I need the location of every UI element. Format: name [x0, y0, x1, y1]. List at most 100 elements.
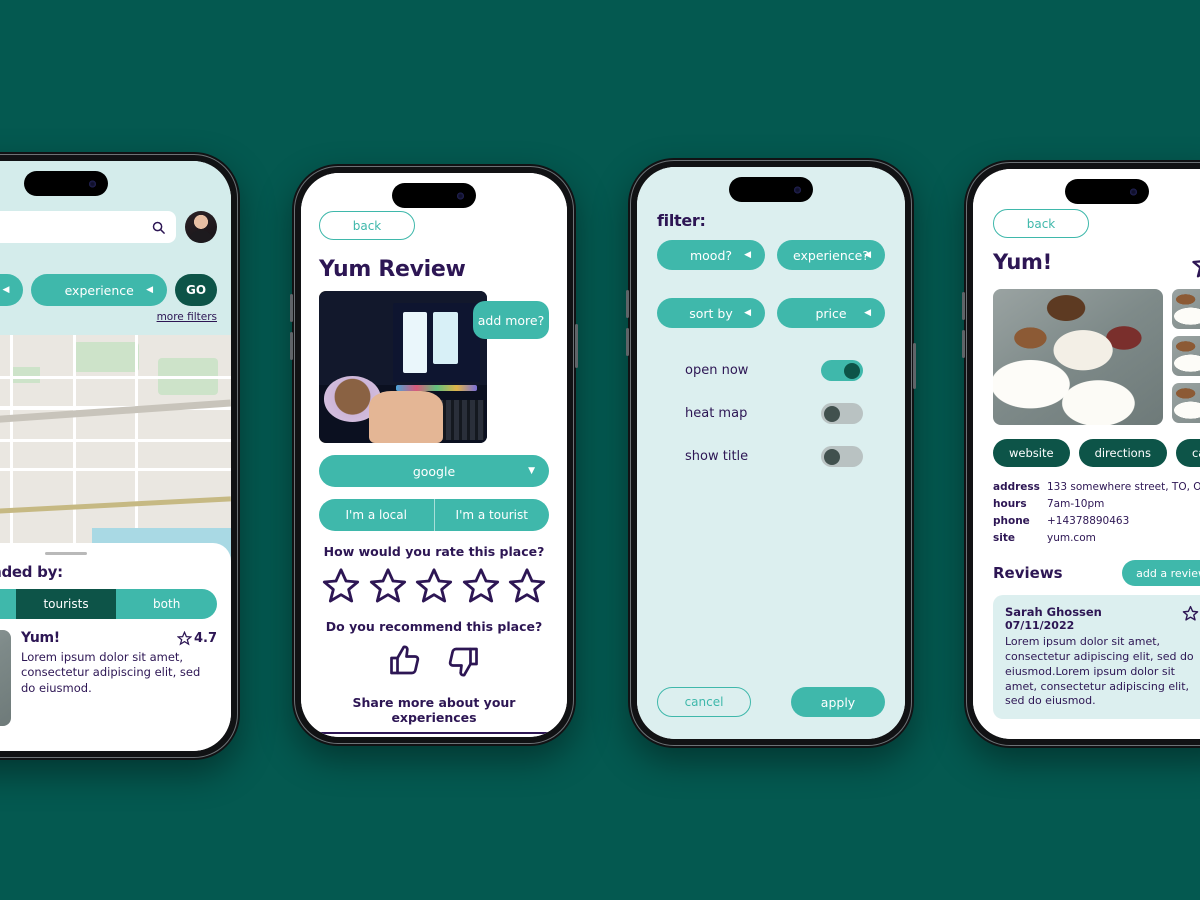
status-badge: 4.7: [176, 630, 217, 646]
gallery-thumbnails: [1172, 289, 1200, 425]
toggle-open-now[interactable]: [821, 360, 863, 381]
visitor-type-segmented-control: I'm a local I'm a tourist: [319, 499, 549, 531]
toggle-show-title[interactable]: [821, 446, 863, 467]
gallery-main-photo[interactable]: [993, 289, 1163, 425]
list-item[interactable]: Yum! 4.7 Lorem ipsum dolor sit amet, con…: [0, 630, 217, 726]
thumbs-up-icon[interactable]: [387, 643, 423, 679]
caret-left-icon: ◀: [146, 285, 153, 295]
toggle-heat-map[interactable]: [821, 403, 863, 424]
back-button[interactable]: back: [993, 209, 1089, 238]
review-rating: 4: [1182, 605, 1200, 622]
segment-local[interactable]: I'm a local: [319, 499, 435, 531]
star-icon: [176, 630, 192, 646]
front-camera-icon: [1130, 188, 1137, 195]
review-card: Sarah Ghossen 07/11/2022 4 Lorem ipsum d…: [993, 595, 1200, 720]
share-input-underline[interactable]: [319, 732, 549, 734]
add-more-button[interactable]: add more?: [473, 301, 549, 339]
caret-left-icon: ◀: [864, 308, 871, 318]
star-rating-input[interactable]: [319, 566, 549, 606]
segment-tourists[interactable]: tourists: [15, 589, 117, 619]
dynamic-island: [1065, 179, 1149, 204]
star-icon[interactable]: [507, 566, 547, 606]
more-filters-link[interactable]: more filters: [0, 311, 217, 323]
filter-mood-label: mood?: [689, 247, 733, 263]
add-review-button[interactable]: add a review: [1122, 560, 1200, 586]
phone-3-filter: filter: mood? ◀ experience? ◀ sort by ◀ …: [626, 158, 916, 748]
recommended-by-segmented-control: locals tourists both: [0, 589, 217, 619]
info-row-hours: hours 7am-10pm: [993, 498, 1200, 510]
thumbs-down-icon[interactable]: [445, 643, 481, 679]
review-date: 07/11/2022: [1005, 619, 1075, 632]
filter-experience-dropdown[interactable]: experience? ◀: [777, 240, 885, 270]
source-dropdown-value: google: [412, 463, 456, 479]
page-title: filter:: [657, 211, 706, 230]
filter-panel: filter: mood? ◀ experience? ◀ sort by ◀ …: [637, 167, 905, 739]
volume-up-button[interactable]: [962, 292, 965, 320]
map-highway: [0, 399, 231, 430]
gallery-thumbnail[interactable]: [1172, 336, 1200, 376]
back-button[interactable]: back: [319, 211, 415, 240]
search-input[interactable]: [0, 211, 176, 243]
card-title-row: Yum! 4.7: [21, 630, 217, 646]
go-button[interactable]: GO: [175, 274, 217, 306]
filter-price-dropdown[interactable]: price ◀: [777, 298, 885, 328]
apply-button[interactable]: apply: [791, 687, 885, 717]
toggle-list: open now heat map show title: [657, 360, 885, 467]
star-icon[interactable]: [321, 566, 361, 606]
phone-4-screen: back Yum! website directions call: [973, 169, 1200, 739]
caret-left-icon: ◀: [744, 308, 751, 318]
power-button[interactable]: [913, 343, 916, 389]
info-value[interactable]: yum.com: [1047, 532, 1096, 544]
info-value: +14378890463: [1047, 515, 1130, 527]
directions-button[interactable]: directions: [1078, 439, 1167, 467]
filter-sortby-label: sort by: [689, 305, 733, 321]
phone-4-detail: back Yum! website directions call: [962, 160, 1200, 748]
info-list: address 133 somewhere street, TO, ON M6Y…: [993, 481, 1200, 544]
filter-experience-button[interactable]: experience ◀: [31, 274, 167, 306]
avatar[interactable]: [185, 211, 217, 243]
volume-down-button[interactable]: [962, 330, 965, 358]
filter-mood-button[interactable]: mood? ◀: [0, 274, 24, 306]
star-icon[interactable]: [1191, 250, 1200, 280]
reviews-title: Reviews: [993, 564, 1063, 582]
gallery-thumbnail[interactable]: [1172, 383, 1200, 423]
info-row-address: address 133 somewhere street, TO, ON M6Y…: [993, 481, 1200, 493]
star-icon[interactable]: [414, 566, 454, 606]
volume-down-button[interactable]: [290, 332, 293, 360]
filters-label: filter:: [0, 252, 217, 268]
segment-tourist[interactable]: I'm a tourist: [435, 499, 550, 531]
info-key: site: [993, 532, 1015, 544]
action-buttons: website directions call: [993, 439, 1200, 467]
dynamic-island: [24, 171, 108, 196]
filter-sortby-dropdown[interactable]: sort by ◀: [657, 298, 765, 328]
sheet-grabber[interactable]: [45, 552, 87, 555]
volume-down-button[interactable]: [626, 328, 629, 356]
rate-question: How would you rate this place?: [323, 544, 545, 559]
gallery-thumbnail[interactable]: [1172, 289, 1200, 329]
filter-price-label: price: [815, 305, 847, 321]
website-button[interactable]: website: [993, 439, 1070, 467]
star-icon[interactable]: [368, 566, 408, 606]
source-dropdown[interactable]: google ▼: [319, 455, 549, 487]
caret-left-icon: ◀: [744, 250, 751, 260]
segment-both[interactable]: both: [116, 589, 217, 619]
map-view[interactable]: [0, 335, 231, 565]
review-photo[interactable]: [319, 291, 487, 443]
rating-value: 4.7: [193, 630, 217, 646]
volume-up-button[interactable]: [290, 294, 293, 322]
segment-locals[interactable]: locals: [0, 589, 16, 619]
review-form: back Yum Review add more? google ▼ I'm a…: [301, 173, 567, 737]
info-key: hours: [993, 498, 1027, 510]
filter-mood-dropdown[interactable]: mood? ◀: [657, 240, 765, 270]
cancel-button[interactable]: cancel: [657, 687, 751, 717]
star-icon[interactable]: [461, 566, 501, 606]
call-button[interactable]: call: [1175, 439, 1200, 467]
search-row: [0, 211, 217, 243]
power-button[interactable]: [575, 324, 578, 368]
volume-up-button[interactable]: [626, 290, 629, 318]
info-key: address: [993, 481, 1040, 493]
front-camera-icon: [457, 192, 464, 199]
recommend-question: Do you recommend this place?: [325, 619, 543, 634]
map-road: [0, 438, 231, 442]
map-park: [72, 341, 139, 372]
